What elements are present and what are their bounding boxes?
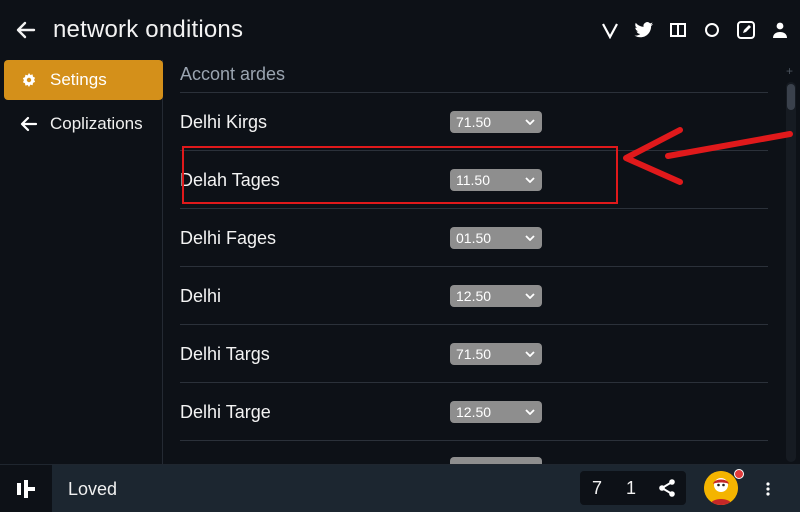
status-bar: Loved 7 1	[52, 465, 800, 512]
value-dropdown[interactable]: 12.50	[450, 285, 542, 307]
row-label: Delhi Targs	[180, 344, 270, 364]
twitter-icon[interactable]	[634, 20, 654, 40]
people-icon[interactable]	[770, 20, 790, 40]
avatar[interactable]	[704, 471, 738, 505]
count-secondary[interactable]: 1	[614, 478, 648, 499]
dock-icon[interactable]	[0, 465, 52, 512]
sidebar-item-settings[interactable]: Setings	[4, 60, 163, 100]
red-arrow-icon	[623, 127, 793, 185]
gear-icon	[20, 71, 38, 89]
kebab-menu-icon[interactable]	[760, 477, 776, 501]
dropdown-value: 71.50	[456, 114, 492, 130]
plus-icon: +	[786, 64, 794, 78]
list-item: Delhi Targe 12.50	[180, 383, 768, 441]
share-icon	[659, 479, 675, 497]
notification-badge	[734, 469, 744, 479]
status-text: Loved	[68, 479, 118, 499]
windows-icon[interactable]	[668, 20, 688, 40]
value-dropdown[interactable]: 12.50	[450, 401, 542, 423]
dropdown-value: 12.50	[456, 404, 492, 420]
chevron-down-icon	[524, 401, 536, 423]
highlight-annotation-box	[182, 146, 618, 204]
settings-list: Accont ardes Delhi Kirgs 71.50 Delah Tag…	[164, 60, 784, 479]
row-label: Delhi Kirgs	[180, 112, 268, 132]
v-icon[interactable]	[600, 20, 620, 40]
value-dropdown[interactable]: 71.50	[450, 343, 542, 365]
back-button[interactable]	[14, 18, 38, 42]
dropdown-value: 01.50	[456, 230, 492, 246]
chevron-down-icon	[524, 111, 536, 133]
arrow-left-icon	[20, 115, 38, 133]
list-item: Delhi 12.50	[180, 267, 768, 325]
counter-group: 7 1	[580, 471, 686, 505]
edit-square-icon[interactable]	[736, 20, 756, 40]
circle-icon[interactable]	[702, 20, 722, 40]
page-title: network onditions	[53, 16, 244, 43]
header-toolbar	[600, 20, 790, 40]
dropdown-value: 71.50	[456, 346, 492, 362]
bottom-bar: Loved 7 1	[0, 464, 800, 512]
arrow-left-icon	[16, 21, 36, 39]
sidebar-item-coplizations[interactable]: Coplizations	[4, 104, 163, 144]
sidebar: Setings Coplizations	[0, 60, 163, 464]
row-label: Delhi Fages	[180, 228, 277, 248]
sidebar-item-label: Setings	[50, 70, 107, 89]
list-item: Delhi Targs 71.50	[180, 325, 768, 383]
share-button[interactable]	[648, 471, 686, 505]
dropdown-value: 12.50	[456, 288, 492, 304]
value-dropdown[interactable]: 01.50	[450, 227, 542, 249]
list-item: Delhi Fages 01.50	[180, 209, 768, 267]
sidebar-item-label: Coplizations	[50, 114, 143, 133]
section-title: Accont ardes	[180, 64, 286, 84]
count-primary[interactable]: 7	[580, 478, 614, 499]
row-label: Delhi Targe	[180, 402, 271, 422]
scroll-thumb[interactable]	[787, 84, 795, 110]
row-label: Delhi	[180, 286, 222, 306]
chevron-down-icon	[524, 285, 536, 307]
app-header: network onditions	[0, 0, 800, 60]
chevron-down-icon	[524, 343, 536, 365]
chevron-down-icon	[524, 227, 536, 249]
value-dropdown[interactable]: 71.50	[450, 111, 542, 133]
